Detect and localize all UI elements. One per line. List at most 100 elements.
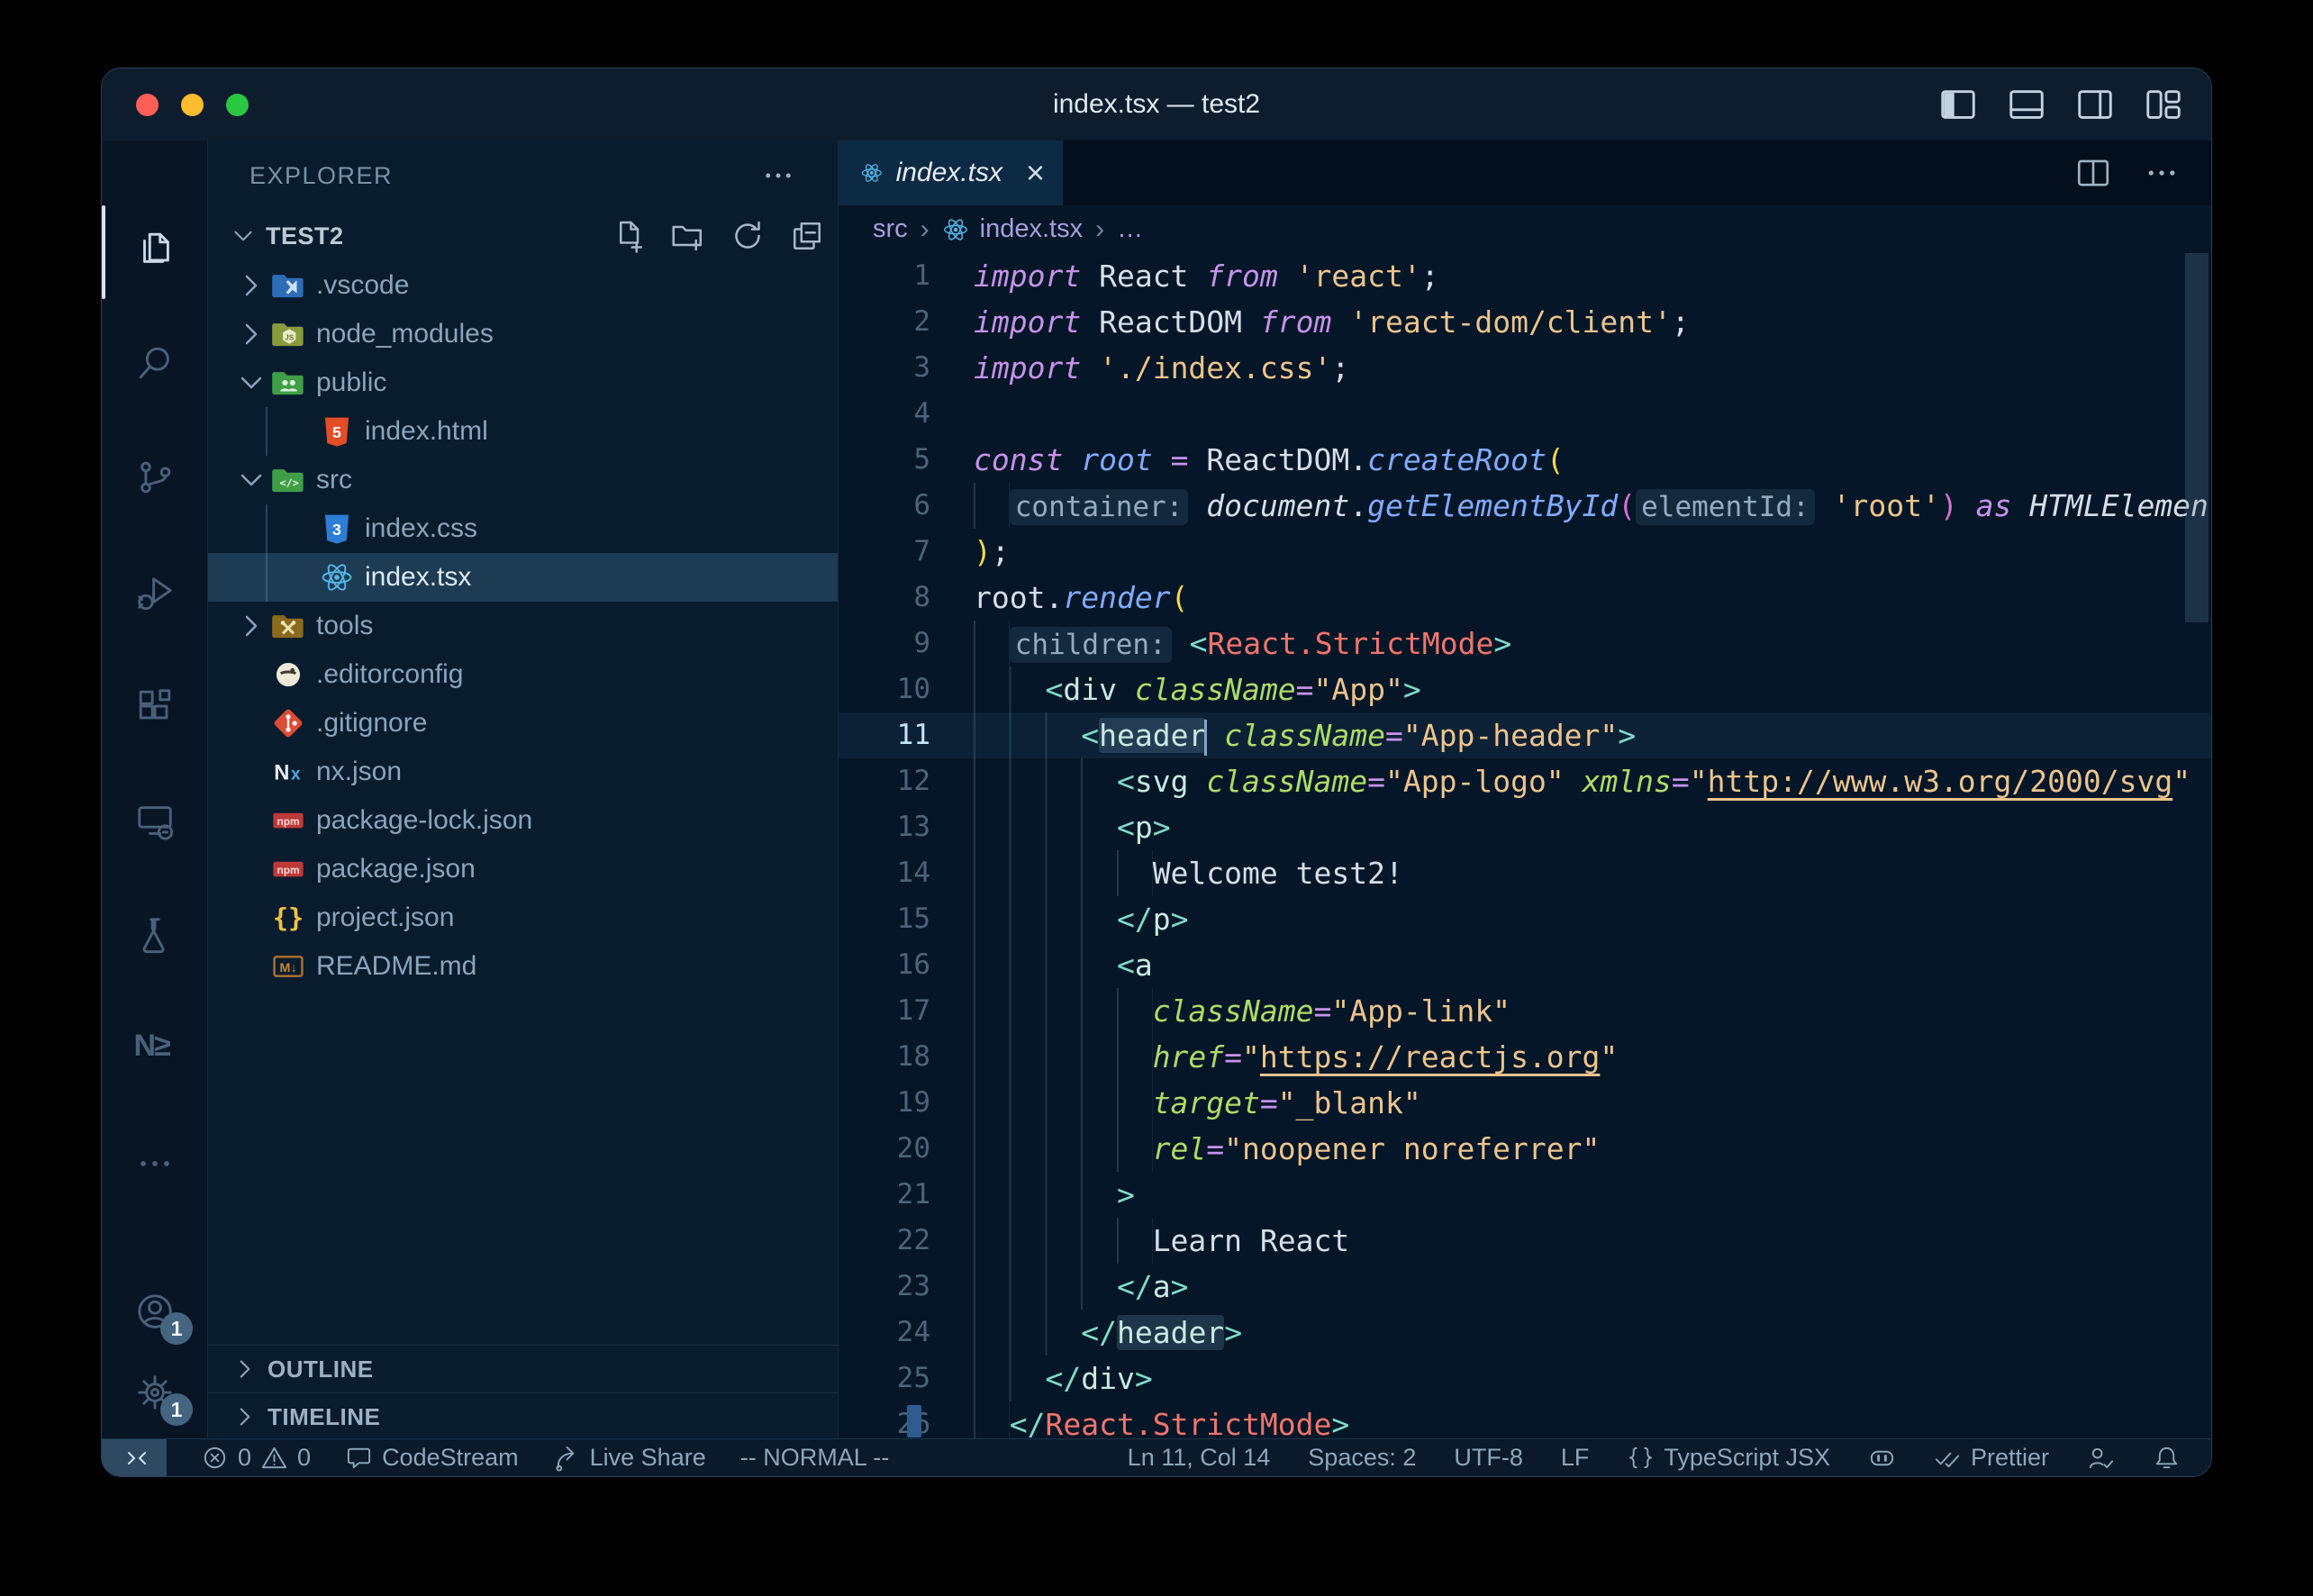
- breadcrumb-item-src[interactable]: src: [873, 214, 908, 244]
- code-line-5[interactable]: 5const root = ReactDOM.createRoot(: [839, 437, 2211, 483]
- more-actions-icon[interactable]: [2143, 154, 2181, 192]
- status-cursor-position[interactable]: Ln 11, Col 14: [1128, 1444, 1271, 1472]
- line-number[interactable]: 26: [839, 1401, 974, 1440]
- remote-indicator[interactable]: [102, 1439, 167, 1476]
- status-feedback[interactable]: [2087, 1444, 2115, 1472]
- layout-customize-icon[interactable]: [2143, 84, 2184, 125]
- problems-indicator[interactable]: 0 0: [201, 1444, 311, 1472]
- line-number[interactable]: 22: [839, 1218, 974, 1264]
- tree-item-tools[interactable]: tools: [208, 602, 838, 650]
- line-number[interactable]: 11: [839, 712, 974, 758]
- explorer-more-actions-icon[interactable]: [760, 158, 796, 194]
- status-codestream[interactable]: CodeStream: [345, 1444, 519, 1472]
- line-number[interactable]: 18: [839, 1034, 974, 1080]
- code-line-25[interactable]: 25 </div>: [839, 1356, 2211, 1401]
- code-line-14[interactable]: 14 Welcome test2!: [839, 850, 2211, 896]
- line-number[interactable]: 23: [839, 1264, 974, 1310]
- tree-item--gitignore[interactable]: .gitignore: [208, 699, 838, 748]
- line-number[interactable]: 8: [839, 575, 974, 621]
- line-number[interactable]: 12: [839, 758, 974, 804]
- chevron-down-icon[interactable]: [233, 462, 269, 498]
- tree-item-readme-md[interactable]: M↓README.md: [208, 942, 838, 991]
- activity-item-remote-explorer[interactable]: [102, 763, 207, 877]
- activity-item-nx-console[interactable]: N≥: [102, 992, 207, 1106]
- activity-item-settings[interactable]: 1: [102, 1352, 207, 1433]
- line-number[interactable]: 1: [839, 253, 974, 299]
- code-line-8[interactable]: 8root.render(: [839, 575, 2211, 621]
- tree-item-node-modules[interactable]: JSnode_modules: [208, 310, 838, 358]
- refresh-icon[interactable]: [730, 218, 766, 254]
- code-line-26[interactable]: 26 </React.StrictMode>: [839, 1401, 2211, 1440]
- editor-scrollbar[interactable]: [2185, 253, 2209, 622]
- activity-item-extensions[interactable]: [102, 648, 207, 763]
- chevron-down-icon[interactable]: [228, 221, 259, 251]
- activity-item-run-debug[interactable]: [102, 534, 207, 648]
- code-line-18[interactable]: 18 href="https://reactjs.org": [839, 1034, 2211, 1080]
- chevron-down-icon[interactable]: [233, 365, 269, 401]
- layout-sidebar-left-icon[interactable]: [1937, 84, 1979, 125]
- panel-timeline[interactable]: TIMELINE: [208, 1392, 838, 1440]
- tree-item--editorconfig[interactable]: .editorconfig: [208, 650, 838, 699]
- line-number[interactable]: 10: [839, 667, 974, 712]
- activity-item-search[interactable]: [102, 305, 207, 420]
- line-number[interactable]: 24: [839, 1310, 974, 1356]
- line-number[interactable]: 13: [839, 804, 974, 850]
- code-line-17[interactable]: 17 className="App-link": [839, 988, 2211, 1034]
- collapse-all-icon[interactable]: [789, 218, 825, 254]
- code-line-7[interactable]: 7);: [839, 529, 2211, 575]
- code-line-19[interactable]: 19 target="_blank": [839, 1080, 2211, 1126]
- activity-item-explorer[interactable]: [102, 191, 207, 305]
- chevron-right-icon[interactable]: [233, 268, 269, 304]
- code-line-12[interactable]: 12 <svg className="App-logo" xmlns="http…: [839, 758, 2211, 804]
- code-line-20[interactable]: 20 rel="noopener noreferrer": [839, 1126, 2211, 1172]
- tree-item-index-tsx[interactable]: index.tsx: [208, 553, 838, 602]
- line-number[interactable]: 25: [839, 1356, 974, 1401]
- line-number[interactable]: 3: [839, 345, 974, 391]
- layout-sidebar-right-icon[interactable]: [2074, 84, 2116, 125]
- tree-item-index-html[interactable]: 5index.html: [208, 407, 838, 456]
- split-editor-icon[interactable]: [2074, 154, 2112, 192]
- code-line-3[interactable]: 3import './index.css';: [839, 345, 2211, 391]
- layout-panel-icon[interactable]: [2006, 84, 2047, 125]
- workspace-section-header[interactable]: TEST2: [208, 211, 838, 261]
- code-line-24[interactable]: 24 </header>: [839, 1310, 2211, 1356]
- code-line-2[interactable]: 2import ReactDOM from 'react-dom/client'…: [839, 299, 2211, 345]
- activity-item-source-control[interactable]: [102, 420, 207, 534]
- line-number[interactable]: 21: [839, 1172, 974, 1218]
- breadcrumb-item-index-tsx[interactable]: index.tsx: [942, 214, 1083, 244]
- new-folder-icon[interactable]: [670, 218, 706, 254]
- line-number[interactable]: 19: [839, 1080, 974, 1126]
- tree-item-package-json[interactable]: npmpackage.json: [208, 845, 838, 893]
- new-file-icon[interactable]: [611, 218, 647, 254]
- code-line-16[interactable]: 16 <a: [839, 942, 2211, 988]
- status-notifications[interactable]: [2153, 1444, 2181, 1472]
- status-language-mode[interactable]: TypeScript JSX: [1627, 1444, 1830, 1472]
- line-number[interactable]: 7: [839, 529, 974, 575]
- code-line-13[interactable]: 13 <p>: [839, 804, 2211, 850]
- line-number[interactable]: 5: [839, 437, 974, 483]
- code-line-21[interactable]: 21 >: [839, 1172, 2211, 1218]
- close-window-button[interactable]: [136, 94, 159, 116]
- status-live-share[interactable]: Live Share: [553, 1444, 706, 1472]
- chevron-right-icon[interactable]: [233, 316, 269, 352]
- activity-item-accounts[interactable]: 1: [102, 1271, 207, 1352]
- tree-item-package-lock-json[interactable]: npmpackage-lock.json: [208, 796, 838, 845]
- activity-item-more[interactable]: [102, 1106, 207, 1220]
- line-number[interactable]: 20: [839, 1126, 974, 1172]
- status-eol[interactable]: LF: [1561, 1444, 1590, 1472]
- line-number[interactable]: 6: [839, 483, 974, 529]
- activity-item-testing[interactable]: [102, 877, 207, 992]
- tree-item--vscode[interactable]: .vscode: [208, 261, 838, 310]
- code-line-22[interactable]: 22 Learn React: [839, 1218, 2211, 1264]
- tree-item-index-css[interactable]: 3index.css: [208, 504, 838, 553]
- line-number[interactable]: 16: [839, 942, 974, 988]
- tree-item-nx-json[interactable]: Nxnx.json: [208, 748, 838, 796]
- close-tab-icon[interactable]: ×: [1026, 157, 1045, 189]
- status-encoding[interactable]: UTF-8: [1454, 1444, 1523, 1472]
- minimize-window-button[interactable]: [181, 94, 204, 116]
- panel-outline[interactable]: OUTLINE: [208, 1345, 838, 1392]
- line-number[interactable]: 14: [839, 850, 974, 896]
- tab-index-tsx[interactable]: index.tsx ×: [839, 141, 1064, 205]
- code-line-11[interactable]: 11 <header className="App-header">: [839, 712, 2211, 758]
- code-line-1[interactable]: 1import React from 'react';: [839, 253, 2211, 299]
